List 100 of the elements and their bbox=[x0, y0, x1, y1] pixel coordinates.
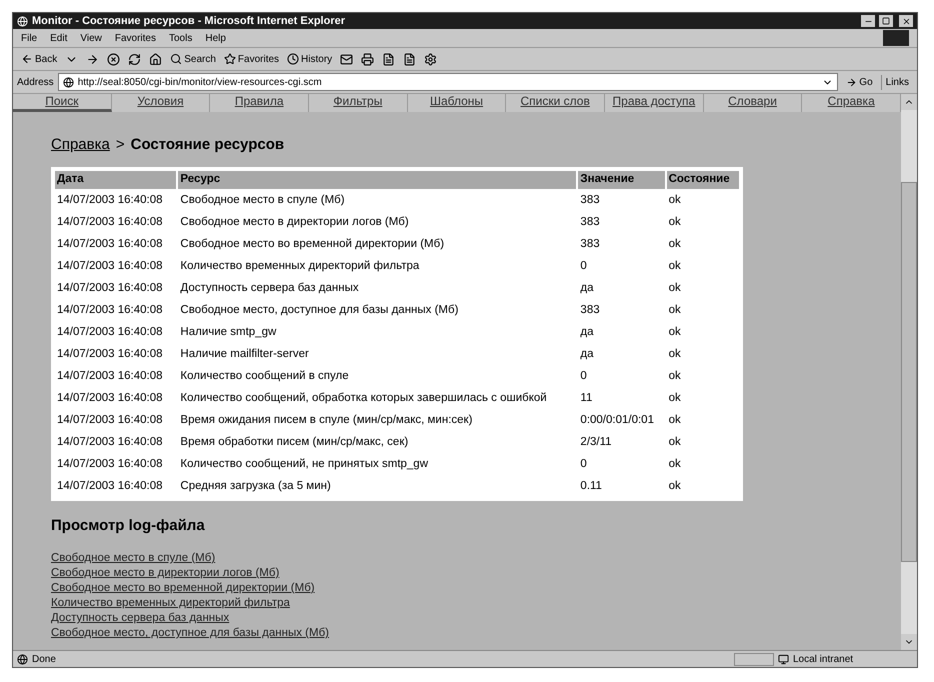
zone-text: Local intranet bbox=[793, 652, 854, 666]
status-text: Done bbox=[32, 652, 57, 666]
gear-icon[interactable] bbox=[424, 52, 438, 66]
minimize-button[interactable] bbox=[861, 15, 875, 27]
close-button[interactable] bbox=[899, 15, 913, 27]
table-cell-text: Количество сообщений, обработка которых завершилась с ошибкой bbox=[179, 390, 548, 406]
nav-tab[interactable]: Правила bbox=[210, 94, 310, 112]
star-icon bbox=[224, 53, 236, 65]
page-title: Состояние ресурсов bbox=[130, 135, 284, 155]
scrollbar[interactable] bbox=[901, 94, 917, 650]
table-cell-text: 383 bbox=[579, 192, 601, 208]
nav-tab[interactable]: Права доступа bbox=[605, 94, 704, 112]
menu-item[interactable]: Favorites bbox=[114, 30, 156, 46]
table-cell-text: Средняя загрузка (за 5 мин) bbox=[179, 478, 332, 494]
search-icon bbox=[170, 53, 182, 65]
nav-tab[interactable]: Фильтры bbox=[309, 94, 408, 112]
table-cell-text: Наличие smtp_gw bbox=[179, 324, 278, 340]
table-cell-text: 0 bbox=[579, 368, 588, 384]
section-title: Просмотр log-файла bbox=[51, 516, 206, 536]
table-cell-text: 383 bbox=[579, 302, 601, 318]
search-button[interactable]: Search bbox=[170, 52, 216, 66]
clock-icon bbox=[287, 53, 300, 65]
menu-item[interactable]: Edit bbox=[50, 30, 68, 46]
nav-tab[interactable]: Поиск bbox=[13, 94, 112, 112]
table-cell-text: 0 bbox=[579, 456, 588, 472]
table-cell-text: 14/07/2003 16:40:08 bbox=[56, 280, 164, 296]
menu-item[interactable]: Help bbox=[205, 30, 226, 46]
menu-item[interactable]: File bbox=[21, 30, 38, 46]
page-icon bbox=[17, 654, 28, 664]
table-cell-text: Свободное место во временной директории (Мб) bbox=[179, 236, 446, 252]
table-cell-text: ok bbox=[668, 324, 682, 340]
column-header: Ресурс bbox=[178, 170, 576, 188]
address-label: Address bbox=[17, 76, 54, 90]
table-cell-text: ok bbox=[668, 412, 682, 428]
computer-icon bbox=[778, 654, 789, 664]
back-button[interactable]: Back bbox=[21, 52, 58, 66]
table-cell-text: да bbox=[579, 346, 595, 362]
table-cell-text: ok bbox=[668, 478, 682, 494]
log-link[interactable]: Свободное место в спуле (Мб) bbox=[51, 551, 216, 566]
table-cell-text: Свободное место в директории логов (Мб) bbox=[179, 214, 410, 230]
favorites-button[interactable]: Favorites bbox=[224, 52, 280, 66]
breadcrumb-link[interactable]: Справка bbox=[51, 134, 110, 156]
browser-icon bbox=[17, 16, 28, 26]
maximize-button[interactable] bbox=[879, 15, 893, 27]
go-button[interactable]: Go bbox=[842, 74, 877, 90]
links-button[interactable]: Links bbox=[880, 74, 913, 90]
table-cell-text: 14/07/2003 16:40:08 bbox=[56, 434, 164, 450]
table-cell-text: ok bbox=[668, 258, 682, 274]
table-cell-text: ok bbox=[668, 192, 682, 208]
menu-item[interactable]: Tools bbox=[168, 30, 192, 46]
print-icon[interactable] bbox=[361, 52, 374, 66]
column-header: Значение bbox=[578, 170, 665, 188]
table-cell-text: ok bbox=[668, 236, 682, 252]
table-cell-text: 14/07/2003 16:40:08 bbox=[56, 236, 164, 252]
page-icon bbox=[62, 76, 74, 88]
go-arrow-icon bbox=[846, 76, 858, 88]
mail-icon[interactable] bbox=[340, 52, 354, 66]
scroll-thumb[interactable] bbox=[901, 182, 917, 562]
table-cell-text: 14/07/2003 16:40:08 bbox=[56, 412, 164, 428]
column-header: Состояние bbox=[666, 170, 739, 188]
table-cell-text: 14/07/2003 16:40:08 bbox=[56, 258, 164, 274]
table-cell-text: Время ожидания писем в спуле (мин/ср/макс, мин:сек) bbox=[179, 412, 474, 428]
discuss-icon[interactable] bbox=[403, 52, 416, 66]
forward-icon[interactable] bbox=[86, 52, 100, 66]
address-field[interactable]: http://seal:8050/cgi-bin/monitor/view-resources-cgi.scm bbox=[58, 73, 838, 91]
table-cell-text: 2/3/11 bbox=[579, 434, 613, 450]
table-cell-text: Свободное место в спуле (Мб) bbox=[179, 192, 346, 208]
table-cell-text: 14/07/2003 16:40:08 bbox=[56, 456, 164, 472]
table-cell-text: Количество временных директорий фильтра bbox=[179, 258, 420, 274]
table-cell-text: ok bbox=[668, 456, 682, 472]
scroll-down-icon[interactable] bbox=[901, 634, 917, 650]
scroll-up-icon[interactable] bbox=[901, 94, 917, 110]
home-icon[interactable] bbox=[149, 52, 162, 66]
nav-tab[interactable]: Словари bbox=[704, 94, 802, 112]
table-cell-text: ok bbox=[668, 368, 682, 384]
table-cell-text: ok bbox=[668, 434, 682, 450]
table-cell-text: 11 bbox=[579, 390, 594, 406]
table-cell-text: 0.11 bbox=[579, 478, 603, 494]
refresh-icon[interactable] bbox=[128, 52, 142, 66]
window-title: Monitor - Состояние ресурсов - Microsoft Internet Explorer bbox=[32, 16, 346, 26]
log-link[interactable]: Количество временных директорий фильтра bbox=[51, 596, 290, 611]
log-link[interactable]: Свободное место в директории логов (Мб) bbox=[51, 566, 280, 581]
nav-tab[interactable]: Шаблоны bbox=[408, 94, 506, 112]
log-link[interactable]: Свободное место во временной директории (Мб) bbox=[51, 581, 315, 596]
status-pane bbox=[734, 652, 774, 666]
table-cell-text: ok bbox=[668, 214, 682, 230]
table-cell-text: Свободное место, доступное для базы данных (Мб) bbox=[179, 302, 460, 318]
history-button[interactable]: History bbox=[287, 52, 332, 66]
table-cell-text: 14/07/2003 16:40:08 bbox=[56, 390, 164, 406]
log-link[interactable]: Свободное место, доступное для базы данных (Мб) bbox=[51, 626, 330, 641]
nav-tab[interactable]: Списки слов bbox=[506, 94, 606, 112]
menu-item[interactable]: View bbox=[80, 30, 102, 46]
table-cell-text: да bbox=[579, 280, 595, 296]
nav-tab[interactable]: Условия bbox=[112, 94, 210, 112]
log-link[interactable]: Доступность сервера баз данных bbox=[51, 611, 230, 626]
table-cell-text: 14/07/2003 16:40:08 bbox=[56, 368, 164, 384]
edit-icon[interactable] bbox=[382, 52, 396, 66]
table-cell-text: 383 bbox=[579, 236, 601, 252]
stop-icon[interactable] bbox=[107, 52, 120, 66]
table-cell-text: ok bbox=[668, 346, 682, 362]
